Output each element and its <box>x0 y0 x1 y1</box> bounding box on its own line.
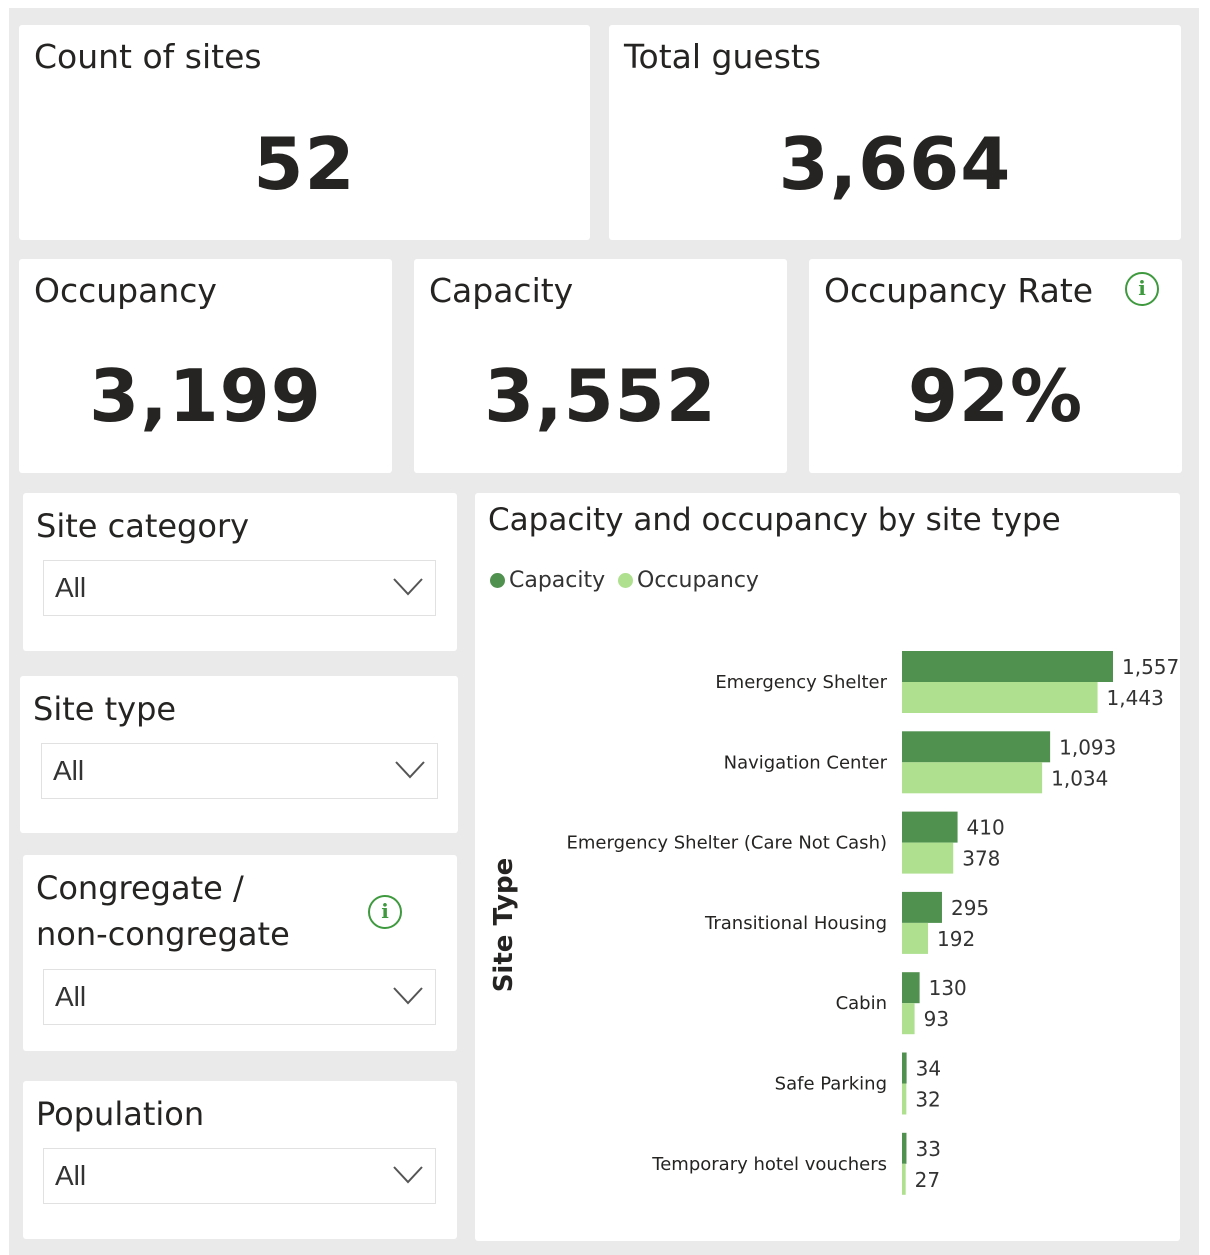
data-label: 93 <box>924 1007 949 1031</box>
data-label: 33 <box>915 1137 940 1161</box>
kpi-value: 52 <box>253 122 356 206</box>
chevron-down-icon <box>395 761 425 779</box>
y-axis-title: Site Type <box>489 858 519 993</box>
slicer-title: Site category <box>36 507 250 545</box>
bar-capacity-3[interactable] <box>902 891 942 923</box>
chart-plot: Site Type Emergency Shelter 1,557 1,443 Navi… <box>489 651 1179 1195</box>
bar-occupancy-2[interactable] <box>902 842 954 874</box>
kpi-card-occupancy[interactable]: Occupancy 3,199 <box>19 259 392 473</box>
data-label: 192 <box>937 927 975 951</box>
congregate-dropdown[interactable]: All <box>43 969 436 1025</box>
category-label: Transitional Housing <box>704 913 887 934</box>
slicer-congregate: Congregate / non-congregate i All <box>23 855 457 1051</box>
category-label: Temporary hotel vouchers <box>651 1154 887 1175</box>
chevron-down-icon <box>393 987 423 1005</box>
bar-occupancy-5[interactable] <box>902 1083 907 1115</box>
bar-occupancy-0[interactable] <box>902 682 1098 713</box>
slicer-population: Population All <box>23 1081 457 1239</box>
bar-occupancy-6[interactable] <box>902 1163 906 1195</box>
kpi-card-count-of-sites[interactable]: Count of sites 52 <box>19 25 590 240</box>
kpi-card-total-guests[interactable]: Total guests 3,664 <box>609 25 1181 240</box>
chart-capacity-occupancy[interactable]: Capacity and occupancy by site type Capa… <box>475 493 1180 1241</box>
kpi-title: Total guests <box>624 37 822 76</box>
info-icon[interactable]: i <box>1125 272 1159 306</box>
data-label: 1,034 <box>1051 766 1108 790</box>
data-label: 1,093 <box>1059 735 1116 759</box>
data-label: 27 <box>915 1168 940 1192</box>
kpi-title: Occupancy <box>34 271 217 310</box>
dropdown-value: All <box>55 572 87 603</box>
bar-capacity-6[interactable] <box>902 1132 907 1164</box>
data-label: 34 <box>916 1057 941 1081</box>
dropdown-value: All <box>53 755 85 786</box>
slicer-title: Congregate / non-congregate <box>36 865 290 957</box>
data-label: 130 <box>929 976 967 1000</box>
kpi-value: 3,199 <box>89 354 322 438</box>
kpi-title: Count of sites <box>34 37 262 76</box>
category-label: Safe Parking <box>775 1074 887 1095</box>
dropdown-value: All <box>55 1160 87 1191</box>
bar-capacity-2[interactable] <box>902 811 958 843</box>
data-label: 1,443 <box>1107 686 1164 710</box>
dropdown-value: All <box>55 981 87 1012</box>
slicer-title-line1: Congregate / <box>36 869 244 907</box>
population-dropdown[interactable]: All <box>43 1148 436 1204</box>
bar-capacity-1[interactable] <box>902 731 1051 763</box>
data-label: 378 <box>962 847 1000 871</box>
slicer-title: Population <box>36 1095 205 1133</box>
kpi-value: 3,552 <box>484 354 717 438</box>
data-label: 1,557 <box>1122 655 1179 679</box>
chevron-down-icon <box>393 1166 423 1184</box>
slicer-title-line2: non-congregate <box>36 915 290 953</box>
chevron-down-icon <box>393 578 423 596</box>
category-label: Cabin <box>836 993 887 1014</box>
data-label: 410 <box>967 816 1005 840</box>
bar-capacity-5[interactable] <box>902 1052 907 1084</box>
category-label: Emergency Shelter (Care Not Cash) <box>567 833 888 854</box>
site-category-dropdown[interactable]: All <box>43 560 436 616</box>
kpi-title: Occupancy Rate <box>824 271 1094 310</box>
kpi-title: Capacity <box>429 271 574 310</box>
bar-occupancy-4[interactable] <box>902 1003 915 1035</box>
bar-capacity-0[interactable] <box>902 651 1113 682</box>
bar-occupancy-1[interactable] <box>902 762 1043 794</box>
bar-capacity-4[interactable] <box>902 972 920 1004</box>
site-type-dropdown[interactable]: All <box>41 743 438 799</box>
category-label: Emergency Shelter <box>715 672 887 693</box>
kpi-card-capacity[interactable]: Capacity 3,552 <box>414 259 787 473</box>
kpi-value: 3,664 <box>778 122 1012 206</box>
slicer-site-type: Site type All <box>20 676 458 833</box>
kpi-value: 92% <box>907 354 1084 438</box>
kpi-card-occupancy-rate[interactable]: Occupancy Rate i 92% <box>809 259 1182 473</box>
info-icon[interactable]: i <box>368 895 402 929</box>
category-label: Navigation Center <box>724 752 888 773</box>
dashboard-canvas: Count of sites 52 Total guests 3,664 Occ… <box>9 8 1199 1255</box>
slicer-title: Site type <box>33 690 177 728</box>
slicer-site-category: Site category All <box>23 493 457 651</box>
bar-occupancy-3[interactable] <box>902 922 929 954</box>
data-label: 32 <box>915 1088 940 1112</box>
data-label: 295 <box>951 896 989 920</box>
